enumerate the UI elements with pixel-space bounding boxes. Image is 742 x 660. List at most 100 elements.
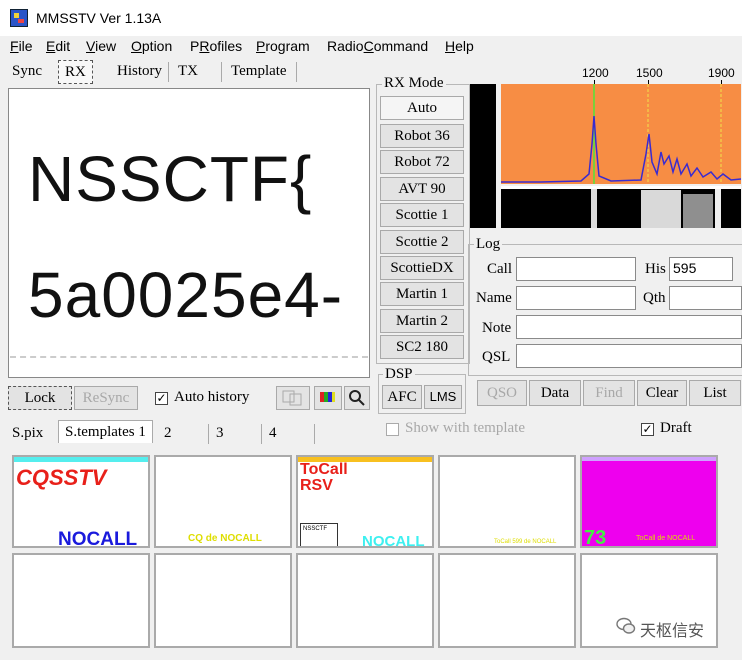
tab-stemplates-4[interactable]: 4	[263, 422, 283, 444]
his-field[interactable]: 595	[669, 257, 733, 281]
template-thumb-8[interactable]	[296, 553, 434, 648]
template-thumb-6[interactable]	[12, 553, 150, 648]
thumb-text: CQSSTV	[16, 465, 107, 490]
mode-martin2-button[interactable]: Martin 2	[380, 309, 464, 333]
mode-robot72-button[interactable]: Robot 72	[380, 150, 464, 174]
menu-edit[interactable]: Edit	[46, 38, 70, 54]
thumb-text: RSV	[300, 477, 333, 494]
mode-scottie2-button[interactable]: Scottie 2	[380, 230, 464, 254]
dsp-label: DSP	[383, 366, 415, 383]
mode-martin1-button[interactable]: Martin 1	[380, 282, 464, 306]
qth-field[interactable]	[669, 286, 742, 310]
template-thumb-7[interactable]	[154, 553, 292, 648]
rx-image-text-line2: 5a0025e4-	[28, 259, 344, 331]
menu-program[interactable]: Program	[256, 38, 310, 54]
menu-option[interactable]: Option	[131, 38, 172, 54]
tab-separator	[261, 424, 262, 444]
menu-profiles[interactable]: PRofiles	[190, 38, 242, 54]
menu-file[interactable]: File	[10, 38, 33, 54]
tab-separator	[208, 424, 209, 444]
auto-history-checkbox[interactable]: ✓	[155, 392, 168, 405]
thumb-top-bar	[14, 457, 148, 462]
data-button[interactable]: Data	[529, 380, 581, 406]
color-bars-button[interactable]	[314, 386, 342, 410]
color-bars-icon	[320, 392, 335, 402]
qth-label: Qth	[643, 290, 666, 306]
template-thumb-4[interactable]: ToCall 599 de NOCALL	[438, 455, 576, 548]
log-label: Log	[474, 236, 503, 253]
tab-stemplates-2[interactable]: 2	[158, 422, 178, 444]
thumb-text: 73	[584, 527, 607, 548]
mode-robot36-button[interactable]: Robot 36	[380, 124, 464, 148]
rx-image-text-line1: NSSCTF{	[28, 143, 313, 215]
menu-help[interactable]: Help	[445, 38, 474, 54]
spectrum-graph	[501, 84, 742, 184]
mode-auto-button[interactable]: Auto	[380, 96, 464, 120]
waterfall-display[interactable]	[501, 186, 741, 228]
lms-button[interactable]: LMS	[424, 385, 462, 409]
his-label: His	[645, 261, 666, 277]
mode-sc2180-button[interactable]: SC2 180	[380, 335, 464, 359]
qsl-field[interactable]	[516, 344, 742, 368]
scale-1200: 1200	[582, 66, 609, 80]
template-thumb-2[interactable]: CQ de NOCALL	[154, 455, 292, 548]
waterfall-graph	[501, 186, 741, 228]
scale-1900: 1900	[708, 66, 735, 80]
rx-mode-label: RX Mode	[382, 75, 446, 92]
clear-button[interactable]: Clear	[637, 380, 687, 406]
menu-radiocommand[interactable]: RadioCommand	[327, 38, 428, 54]
zoom-button[interactable]	[344, 386, 370, 410]
thumb-text: NOCALL	[58, 529, 138, 548]
watermark-text: 天枢信安	[640, 621, 705, 640]
name-label: Name	[476, 290, 512, 306]
thumb-text: ToCall de NOCALL	[636, 535, 696, 542]
tab-stemplates-3[interactable]: 3	[210, 422, 230, 444]
menu-bar: File Edit View Option PRofiles Program R…	[0, 36, 742, 58]
thumb-text: NOCALL	[362, 533, 425, 548]
mode-scottiedx-button[interactable]: ScottieDX	[380, 256, 464, 280]
scale-1500: 1500	[636, 66, 663, 80]
list-button[interactable]: List	[689, 380, 741, 406]
call-field[interactable]	[516, 257, 636, 281]
template-thumb-3[interactable]: ToCall RSV NSSCTF NOCALL	[296, 455, 434, 548]
app-icon	[10, 9, 28, 27]
auto-history-label: Auto history	[174, 389, 250, 405]
tab-stemplates-1[interactable]: S.templates 1	[58, 420, 153, 443]
template-thumb-1[interactable]: CQSSTV NOCALL	[12, 455, 150, 548]
mode-avt90-button[interactable]: AVT 90	[380, 177, 464, 201]
tab-tx[interactable]: TX	[172, 60, 204, 82]
tab-separator	[168, 62, 169, 82]
copy-icon	[282, 390, 302, 406]
draft-checkbox[interactable]: ✓	[641, 423, 654, 436]
level-meter	[470, 84, 496, 228]
afc-button[interactable]: AFC	[382, 385, 422, 409]
lock-button[interactable]: Lock	[8, 386, 72, 410]
copy-image-button[interactable]	[276, 386, 310, 410]
find-button[interactable]: Find	[583, 380, 635, 406]
tab-separator	[314, 424, 315, 444]
resync-button[interactable]: ReSync	[74, 386, 138, 410]
tab-sync[interactable]: Sync	[6, 60, 48, 82]
menu-view[interactable]: View	[86, 38, 116, 54]
call-label: Call	[487, 261, 512, 277]
tab-template[interactable]: Template	[225, 60, 293, 82]
qsl-label: QSL	[482, 349, 511, 365]
name-field[interactable]	[516, 286, 636, 310]
show-with-template-label: Show with template	[405, 420, 525, 436]
note-field[interactable]	[516, 315, 742, 339]
wechat-icon	[616, 616, 636, 636]
tab-spix[interactable]: S.pix	[6, 422, 49, 444]
tab-history[interactable]: History	[111, 60, 168, 82]
rx-image-noise-line	[10, 356, 368, 358]
tab-separator	[221, 62, 222, 82]
template-thumb-9[interactable]	[438, 553, 576, 648]
spectrum-display[interactable]	[501, 84, 742, 184]
thumb-text: CQ de NOCALL	[188, 533, 262, 544]
tab-rx[interactable]: RX	[58, 60, 93, 84]
qso-button[interactable]: QSO	[477, 380, 527, 406]
magnifier-icon	[349, 390, 365, 406]
show-with-template-checkbox[interactable]	[386, 423, 399, 436]
mode-scottie1-button[interactable]: Scottie 1	[380, 203, 464, 227]
rx-image-panel	[8, 88, 370, 378]
template-thumb-5[interactable]: 73 ToCall de NOCALL	[580, 455, 718, 548]
